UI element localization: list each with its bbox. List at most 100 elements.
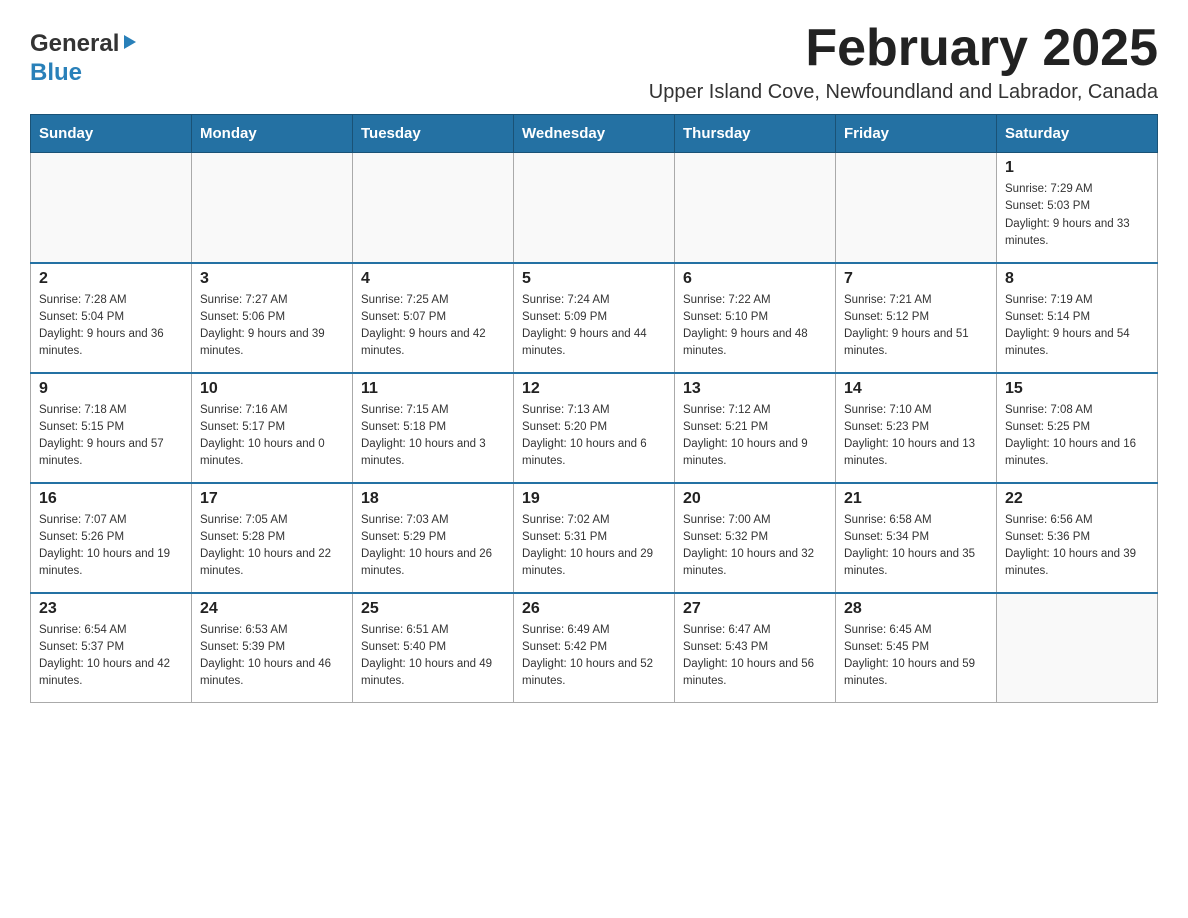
day-number: 12	[522, 380, 666, 398]
calendar-cell: 27Sunrise: 6:47 AMSunset: 5:43 PMDayligh…	[675, 593, 836, 703]
week-row-5: 23 Sunrise: 6:54 AMSunset: 5:37 PMDayligh…	[31, 593, 1158, 703]
day-info: Sunrise: 7:07 AMSunset: 5:26 PMDaylight:…	[39, 512, 183, 581]
col-thursday: Thursday	[675, 115, 836, 153]
day-number: 17	[200, 490, 344, 508]
calendar-cell	[675, 153, 836, 263]
col-friday: Friday	[836, 115, 997, 153]
day-number: 11	[361, 380, 505, 398]
day-info: Sunrise: 7:00 AMSunset: 5:32 PMDaylight:…	[683, 512, 827, 581]
week-row-2: 2 Sunrise: 7:28 AMSunset: 5:04 PMDaylight…	[31, 263, 1158, 373]
title-block: February 2025 Upper Island Cove, Newfoun…	[649, 20, 1158, 104]
calendar-cell: 17 Sunrise: 7:05 AMSunset: 5:28 PMDayligh…	[192, 483, 353, 593]
page-header: General Blue February 2025 Upper Island …	[30, 20, 1158, 104]
day-number: 8	[1005, 270, 1149, 288]
col-wednesday: Wednesday	[514, 115, 675, 153]
day-number: 4	[361, 270, 505, 288]
day-number: 6	[683, 270, 827, 288]
day-number: 20	[683, 490, 827, 508]
day-info: Sunrise: 7:19 AMSunset: 5:14 PMDaylight:…	[1005, 292, 1149, 361]
calendar-cell: 9Sunrise: 7:18 AMSunset: 5:15 PMDaylight…	[31, 373, 192, 483]
day-number: 25	[361, 600, 505, 618]
calendar-cell	[353, 153, 514, 263]
calendar-cell: 26 Sunrise: 6:49 AMSunset: 5:42 PMDayligh…	[514, 593, 675, 703]
calendar-cell: 3Sunrise: 7:27 AMSunset: 5:06 PMDaylight…	[192, 263, 353, 373]
calendar-cell: 11 Sunrise: 7:15 AMSunset: 5:18 PMDayligh…	[353, 373, 514, 483]
day-number: 26	[522, 600, 666, 618]
day-number: 2	[39, 270, 183, 288]
day-number: 19	[522, 490, 666, 508]
day-number: 5	[522, 270, 666, 288]
logo-general-text: General	[30, 30, 119, 59]
calendar-cell: 14Sunrise: 7:10 AMSunset: 5:23 PMDayligh…	[836, 373, 997, 483]
day-number: 7	[844, 270, 988, 288]
day-info: Sunrise: 7:02 AMSunset: 5:31 PMDaylight:…	[522, 512, 666, 581]
day-info: Sunrise: 6:51 AMSunset: 5:40 PMDaylight:…	[361, 622, 505, 691]
calendar-cell	[514, 153, 675, 263]
calendar-cell	[836, 153, 997, 263]
calendar-cell: 23 Sunrise: 6:54 AMSunset: 5:37 PMDayligh…	[31, 593, 192, 703]
calendar-cell: 5Sunrise: 7:24 AMSunset: 5:09 PMDaylight…	[514, 263, 675, 373]
day-number: 22	[1005, 490, 1149, 508]
calendar-cell: 7 Sunrise: 7:21 AMSunset: 5:12 PMDaylight…	[836, 263, 997, 373]
day-info: Sunrise: 6:54 AMSunset: 5:37 PMDaylight:…	[39, 622, 183, 691]
calendar-cell	[192, 153, 353, 263]
week-row-3: 9Sunrise: 7:18 AMSunset: 5:15 PMDaylight…	[31, 373, 1158, 483]
calendar-cell: 20 Sunrise: 7:00 AMSunset: 5:32 PMDayligh…	[675, 483, 836, 593]
day-info: Sunrise: 7:05 AMSunset: 5:28 PMDaylight:…	[200, 512, 344, 581]
calendar-cell: 6 Sunrise: 7:22 AMSunset: 5:10 PMDaylight…	[675, 263, 836, 373]
day-number: 14	[844, 380, 988, 398]
day-info: Sunrise: 7:22 AMSunset: 5:10 PMDaylight:…	[683, 292, 827, 361]
day-number: 15	[1005, 380, 1149, 398]
day-number: 10	[200, 380, 344, 398]
calendar-cell: 13 Sunrise: 7:12 AMSunset: 5:21 PMDayligh…	[675, 373, 836, 483]
month-year-title: February 2025	[649, 20, 1158, 77]
day-info: Sunrise: 6:45 AMSunset: 5:45 PMDaylight:…	[844, 622, 988, 691]
day-number: 24	[200, 600, 344, 618]
day-info: Sunrise: 6:49 AMSunset: 5:42 PMDaylight:…	[522, 622, 666, 691]
day-info: Sunrise: 7:25 AMSunset: 5:07 PMDaylight:…	[361, 292, 505, 361]
day-info: Sunrise: 6:58 AMSunset: 5:34 PMDaylight:…	[844, 512, 988, 581]
col-saturday: Saturday	[997, 115, 1158, 153]
calendar-cell: 24 Sunrise: 6:53 AMSunset: 5:39 PMDayligh…	[192, 593, 353, 703]
day-info: Sunrise: 7:29 AMSunset: 5:03 PMDaylight:…	[1005, 181, 1149, 250]
calendar-cell: 8 Sunrise: 7:19 AMSunset: 5:14 PMDaylight…	[997, 263, 1158, 373]
day-info: Sunrise: 7:28 AMSunset: 5:04 PMDaylight:…	[39, 292, 183, 361]
calendar-header-row: Sunday Monday Tuesday Wednesday Thursday…	[31, 115, 1158, 153]
day-info: Sunrise: 7:21 AMSunset: 5:12 PMDaylight:…	[844, 292, 988, 361]
calendar-cell: 2 Sunrise: 7:28 AMSunset: 5:04 PMDaylight…	[31, 263, 192, 373]
day-number: 21	[844, 490, 988, 508]
calendar-cell: 22 Sunrise: 6:56 AMSunset: 5:36 PMDayligh…	[997, 483, 1158, 593]
calendar-cell	[997, 593, 1158, 703]
day-info: Sunrise: 7:16 AMSunset: 5:17 PMDaylight:…	[200, 402, 344, 471]
calendar-cell: 15 Sunrise: 7:08 AMSunset: 5:25 PMDayligh…	[997, 373, 1158, 483]
calendar-cell: 4 Sunrise: 7:25 AMSunset: 5:07 PMDaylight…	[353, 263, 514, 373]
calendar-cell: 18Sunrise: 7:03 AMSunset: 5:29 PMDayligh…	[353, 483, 514, 593]
calendar-table: Sunday Monday Tuesday Wednesday Thursday…	[30, 114, 1158, 703]
calendar-cell: 12Sunrise: 7:13 AMSunset: 5:20 PMDayligh…	[514, 373, 675, 483]
location-subtitle: Upper Island Cove, Newfoundland and Labr…	[649, 81, 1158, 104]
day-number: 23	[39, 600, 183, 618]
calendar-cell: 1 Sunrise: 7:29 AMSunset: 5:03 PMDaylight…	[997, 153, 1158, 263]
day-info: Sunrise: 6:56 AMSunset: 5:36 PMDaylight:…	[1005, 512, 1149, 581]
day-number: 27	[683, 600, 827, 618]
day-number: 28	[844, 600, 988, 618]
day-info: Sunrise: 7:12 AMSunset: 5:21 PMDaylight:…	[683, 402, 827, 471]
calendar-cell: 25 Sunrise: 6:51 AMSunset: 5:40 PMDayligh…	[353, 593, 514, 703]
logo: General Blue	[30, 20, 138, 88]
day-info: Sunrise: 7:15 AMSunset: 5:18 PMDaylight:…	[361, 402, 505, 471]
day-number: 18	[361, 490, 505, 508]
week-row-1: 1 Sunrise: 7:29 AMSunset: 5:03 PMDaylight…	[31, 153, 1158, 263]
day-info: Sunrise: 7:08 AMSunset: 5:25 PMDaylight:…	[1005, 402, 1149, 471]
day-number: 1	[1005, 159, 1149, 177]
calendar-cell: 16Sunrise: 7:07 AMSunset: 5:26 PMDayligh…	[31, 483, 192, 593]
col-tuesday: Tuesday	[353, 115, 514, 153]
day-info: Sunrise: 6:53 AMSunset: 5:39 PMDaylight:…	[200, 622, 344, 691]
calendar-cell: 28 Sunrise: 6:45 AMSunset: 5:45 PMDayligh…	[836, 593, 997, 703]
day-number: 13	[683, 380, 827, 398]
day-number: 9	[39, 380, 183, 398]
logo-blue-text: Blue	[30, 59, 82, 86]
logo-arrow-icon	[120, 33, 138, 56]
calendar-cell	[31, 153, 192, 263]
calendar-cell: 21 Sunrise: 6:58 AMSunset: 5:34 PMDayligh…	[836, 483, 997, 593]
col-monday: Monday	[192, 115, 353, 153]
